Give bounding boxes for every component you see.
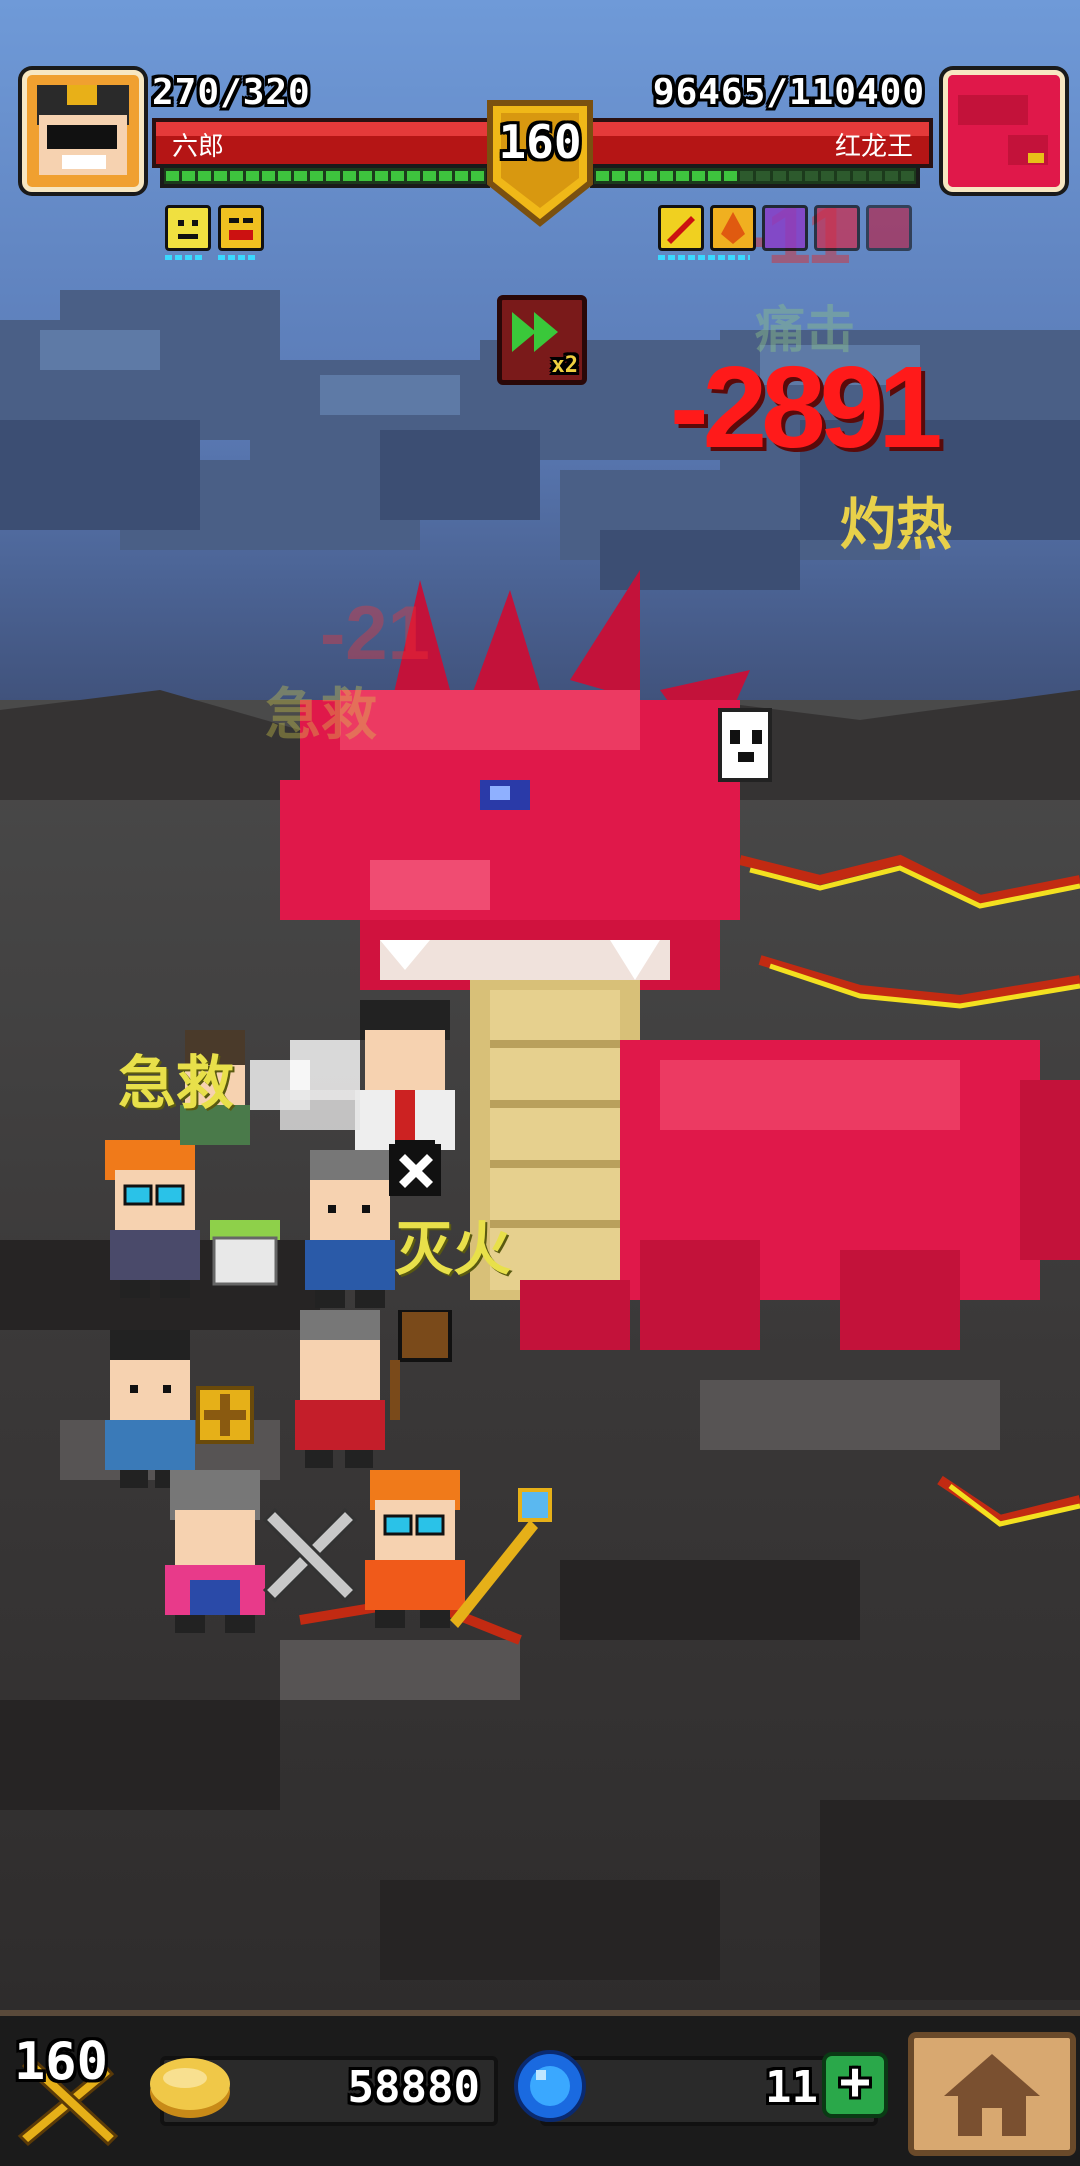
energy-segment (246, 171, 260, 181)
energy-segment (262, 171, 276, 181)
ghost-debuff-icon (718, 708, 772, 782)
hero-red-shirt-racket[interactable] (290, 1310, 470, 1480)
smoke-effect (250, 1040, 360, 1130)
gold-amount: 58880 (347, 2062, 480, 2113)
extinguish-skill-icon (389, 1144, 441, 1196)
crimson-debuff-icon (866, 205, 912, 251)
bottom-resource-bar: 160 58880 11 + (0, 2010, 1080, 2166)
add-gems-button[interactable]: + (822, 2052, 888, 2118)
energy-segment (804, 171, 818, 181)
purple-debuff-icon (762, 205, 808, 251)
home-icon (944, 2054, 1040, 2136)
energy-segment (788, 171, 802, 181)
energy-segment (182, 171, 196, 181)
player-hp-text: 270/320 (152, 72, 311, 113)
energy-segment (406, 171, 420, 181)
energy-segment (390, 171, 404, 181)
boss-status-timer (658, 255, 750, 260)
home-button[interactable] (908, 2032, 1076, 2156)
energy-segment (852, 171, 866, 181)
energy-segment (310, 171, 324, 181)
player-avatar[interactable] (22, 70, 144, 192)
energy-segment (596, 171, 610, 181)
hero-goggles-staff[interactable] (360, 1470, 560, 1640)
energy-segment (230, 171, 244, 181)
energy-segment (342, 171, 356, 181)
energy-segment (628, 171, 642, 181)
blue-gem-icon (514, 2050, 586, 2122)
energy-segment (214, 171, 228, 181)
player-status-timer-2 (218, 255, 258, 260)
hero-goggles-orange-hair[interactable] (95, 1140, 215, 1300)
energy-segment (660, 171, 674, 181)
gem-amount: 11 (765, 2062, 818, 2113)
happy-face-status-icon (165, 205, 211, 251)
energy-segment (724, 171, 738, 181)
status-text-burn: 灼热 (840, 493, 952, 556)
energy-segment (900, 171, 914, 181)
energy-segment (438, 171, 452, 181)
energy-segment (278, 171, 292, 181)
bucket-item-icon (210, 1220, 280, 1286)
dragon-face-icon (948, 75, 1060, 187)
damage-number-main: -2891 (670, 342, 943, 472)
energy-segment (708, 171, 722, 181)
skill-text-heal-faint: 急救 (265, 683, 377, 746)
energy-segment (198, 171, 212, 181)
energy-segment (756, 171, 770, 181)
energy-segment (374, 171, 388, 181)
player-hp-bar: 六郎 (152, 118, 500, 168)
angry-face-status-icon (218, 205, 264, 251)
speed-label: x2 (551, 353, 579, 378)
flame-debuff-icon (710, 205, 756, 251)
bottom-level-number: 160 (14, 2032, 108, 2092)
energy-segment (692, 171, 706, 181)
add-gems-label: + (839, 2052, 871, 2112)
energy-segment (166, 171, 180, 181)
energy-segment (470, 171, 484, 181)
boss-hp-bar: 红龙王 (585, 118, 933, 168)
energy-segment (772, 171, 786, 181)
crossed-wrench-icon (262, 1507, 358, 1603)
speed-x2-button[interactable]: x2 (497, 295, 587, 385)
gold-coin-icon (150, 2058, 230, 2118)
boss-name: 红龙王 (834, 131, 913, 161)
energy-segment (884, 171, 898, 181)
energy-segment (740, 171, 754, 181)
level-badge-number: 160 (498, 115, 582, 169)
energy-segment (820, 171, 834, 181)
energy-segment (326, 171, 340, 181)
boss-hp-text: 96465/110400 (652, 72, 925, 113)
boss-energy-bar (590, 164, 920, 188)
energy-segment (868, 171, 882, 181)
golden-shield-icon (196, 1386, 254, 1444)
damage-number-faint: -21 (320, 591, 430, 676)
skill-text-heal: 急救 (118, 1051, 235, 1116)
energy-segment (422, 171, 436, 181)
energy-segment (836, 171, 850, 181)
energy-segment (676, 171, 690, 181)
player-energy-bar (160, 164, 490, 188)
energy-segment (358, 171, 372, 181)
red-debuff-icon (814, 205, 860, 251)
skill-text-extinguish: 灭火 (395, 1217, 512, 1282)
energy-segment (454, 171, 468, 181)
boss-avatar[interactable] (943, 70, 1065, 192)
battle-scene: -21 急救 -11 痛击 -2891 灼热 急救 灭火 270/320 六郎 … (0, 0, 1080, 2166)
player-face-icon (37, 85, 129, 175)
hero-scarf-boy[interactable] (95, 1330, 205, 1490)
energy-segment (644, 171, 658, 181)
player-status-timer-1 (165, 255, 205, 260)
bottom-level-panel: 160 (10, 2026, 125, 2156)
energy-segment (612, 171, 626, 181)
energy-segment (294, 171, 308, 181)
player-name: 六郎 (172, 131, 225, 161)
sword-debuff-icon (658, 205, 704, 251)
